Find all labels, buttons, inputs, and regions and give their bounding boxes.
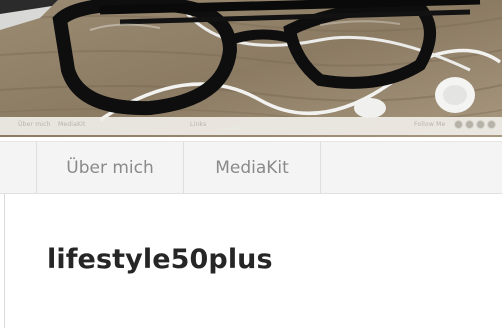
social-icon-1[interactable] bbox=[454, 120, 463, 129]
strip-link-mediakit[interactable]: MediaKit bbox=[58, 121, 86, 128]
social-icons bbox=[454, 120, 496, 129]
nav-item-mediakit[interactable]: MediaKit bbox=[183, 142, 321, 194]
social-icon-4[interactable] bbox=[487, 120, 496, 129]
social-icon-2[interactable] bbox=[465, 120, 474, 129]
main-navigation: Über mich MediaKit bbox=[0, 141, 502, 194]
strip-link-ueber[interactable]: Über mich bbox=[18, 121, 51, 128]
site-title[interactable]: lifestyle50plus bbox=[47, 244, 273, 275]
header-image: Über mich MediaKit Links Follow Me bbox=[0, 0, 502, 137]
nav-item-ueber-mich[interactable]: Über mich bbox=[36, 142, 183, 194]
left-border-line bbox=[4, 194, 5, 328]
strip-follow-text: Follow Me bbox=[414, 121, 446, 128]
social-icon-3[interactable] bbox=[476, 120, 485, 129]
strip-mid-text: Links bbox=[190, 121, 207, 128]
header-info-strip: Über mich MediaKit Links Follow Me bbox=[0, 117, 502, 135]
